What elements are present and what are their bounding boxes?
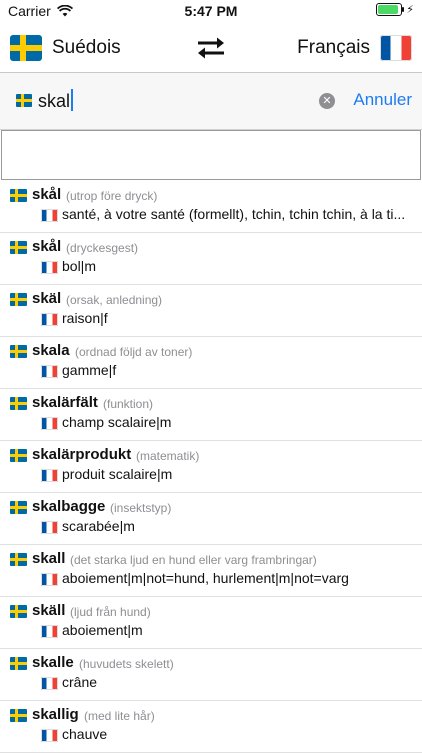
entry-note: (ordnad följd av toner) — [75, 345, 193, 359]
entry-word: skallig — [32, 706, 79, 723]
list-item[interactable]: skäll (ljud från hund) aboiement|m — [0, 597, 422, 649]
entry-note: (utrop före dryck) — [66, 189, 158, 203]
swap-icon[interactable] — [194, 36, 228, 60]
flag-fr-icon — [41, 677, 58, 690]
flag-se-icon — [10, 293, 27, 306]
list-item[interactable]: skallig (med lite hår) chauve — [0, 701, 422, 753]
cancel-button[interactable]: Annuler — [353, 90, 412, 110]
entry-translation: aboiement|m|not=hund, hurlement|m|not=va… — [62, 570, 349, 586]
flag-se-icon — [10, 553, 27, 566]
flag-fr-icon — [41, 625, 58, 638]
flag-fr-icon — [41, 261, 58, 274]
entry-translation: crâne — [62, 674, 98, 690]
entry-note: (orsak, anledning) — [66, 293, 163, 307]
entry-word: skall — [32, 550, 66, 567]
list-item[interactable]: skalärprodukt (matematik) produit scalai… — [0, 441, 422, 493]
status-right: ⚡ — [376, 3, 414, 16]
flag-se-icon — [10, 345, 27, 358]
list-item[interactable]: skalle (huvudets skelett) crâne — [0, 649, 422, 701]
list-item[interactable]: skala (ordnad följd av toner) gamme|f — [0, 337, 422, 389]
flag-fr-icon — [41, 313, 58, 326]
source-language-button[interactable]: Suédois — [52, 37, 121, 59]
list-item[interactable]: skall (det starka ljud en hund eller var… — [0, 545, 422, 597]
flag-fr-icon — [41, 729, 58, 742]
flag-fr-icon[interactable] — [380, 35, 412, 61]
entry-translation: bol|m — [62, 258, 96, 274]
entry-translation: champ scalaire|m — [62, 414, 172, 430]
entry-note: (matematik) — [136, 449, 200, 463]
entry-note: (ljud från hund) — [70, 605, 151, 619]
entry-word: skål — [32, 238, 62, 255]
flag-fr-icon — [41, 209, 58, 222]
list-item[interactable]: skalärfält (funktion) champ scalaire|m — [0, 389, 422, 441]
text-caret — [71, 89, 73, 111]
list-item[interactable]: skål (utrop före dryck) santé, à votre s… — [0, 181, 422, 233]
entry-word: skål — [32, 186, 62, 203]
entry-note: (insektstyp) — [110, 501, 172, 515]
flag-se-icon — [10, 657, 27, 670]
flag-se-icon — [10, 605, 27, 618]
entry-translation: gamme|f — [62, 362, 117, 378]
target-language-button[interactable]: Français — [297, 37, 370, 59]
status-time: 5:47 PM — [184, 3, 238, 19]
charging-icon: ⚡ — [406, 4, 414, 16]
battery-icon — [376, 3, 405, 16]
language-bar: Suédois Français — [0, 24, 422, 73]
entry-word: skalärprodukt — [32, 446, 132, 463]
flag-se-icon — [10, 189, 27, 202]
entry-word: skalärfält — [32, 394, 98, 411]
entry-translation: chauve — [62, 726, 108, 742]
entry-translation: produit scalaire|m — [62, 466, 173, 482]
search-input[interactable] — [38, 87, 308, 115]
clear-icon[interactable]: ✕ — [319, 93, 335, 109]
list-item[interactable]: skål (dryckesgest) bol|m — [0, 233, 422, 285]
entry-note: (med lite hår) — [84, 709, 155, 723]
flag-fr-icon — [41, 417, 58, 430]
entry-word: skalbagge — [32, 498, 106, 515]
entry-translation: raison|f — [62, 310, 108, 326]
results-list: skål (utrop före dryck) santé, à votre s… — [0, 181, 422, 753]
entry-word: skäll — [32, 602, 66, 619]
entry-word: skalle — [32, 654, 74, 671]
flag-fr-icon — [41, 469, 58, 482]
entry-word: skala — [32, 342, 70, 359]
flag-fr-icon — [41, 521, 58, 534]
flag-se-icon — [16, 94, 32, 107]
entry-note: (dryckesgest) — [66, 241, 139, 255]
flag-fr-icon — [41, 365, 58, 378]
flag-se-icon — [10, 241, 27, 254]
flag-se-icon — [10, 709, 27, 722]
entry-translation: scarabée|m — [62, 518, 135, 534]
flag-se-icon[interactable] — [10, 35, 42, 61]
entry-word: skäl — [32, 290, 62, 307]
flag-se-icon — [10, 397, 27, 410]
flag-se-icon — [10, 501, 27, 514]
flag-fr-icon — [41, 573, 58, 586]
list-item[interactable]: skäl (orsak, anledning) raison|f — [0, 285, 422, 337]
list-item[interactable]: skalbagge (insektstyp) scarabée|m — [0, 493, 422, 545]
entry-note: (det starka ljud en hund eller varg fram… — [70, 553, 317, 567]
empty-text-box[interactable] — [1, 130, 421, 180]
entry-note: (funktion) — [103, 397, 154, 411]
entry-translation: santé, à votre santé (formellt), tchin, … — [62, 206, 406, 222]
status-bar: Carrier 5:47 PM ⚡ — [0, 0, 422, 22]
entry-note: (huvudets skelett) — [79, 657, 174, 671]
flag-se-icon — [10, 449, 27, 462]
entry-translation: aboiement|m — [62, 622, 143, 638]
